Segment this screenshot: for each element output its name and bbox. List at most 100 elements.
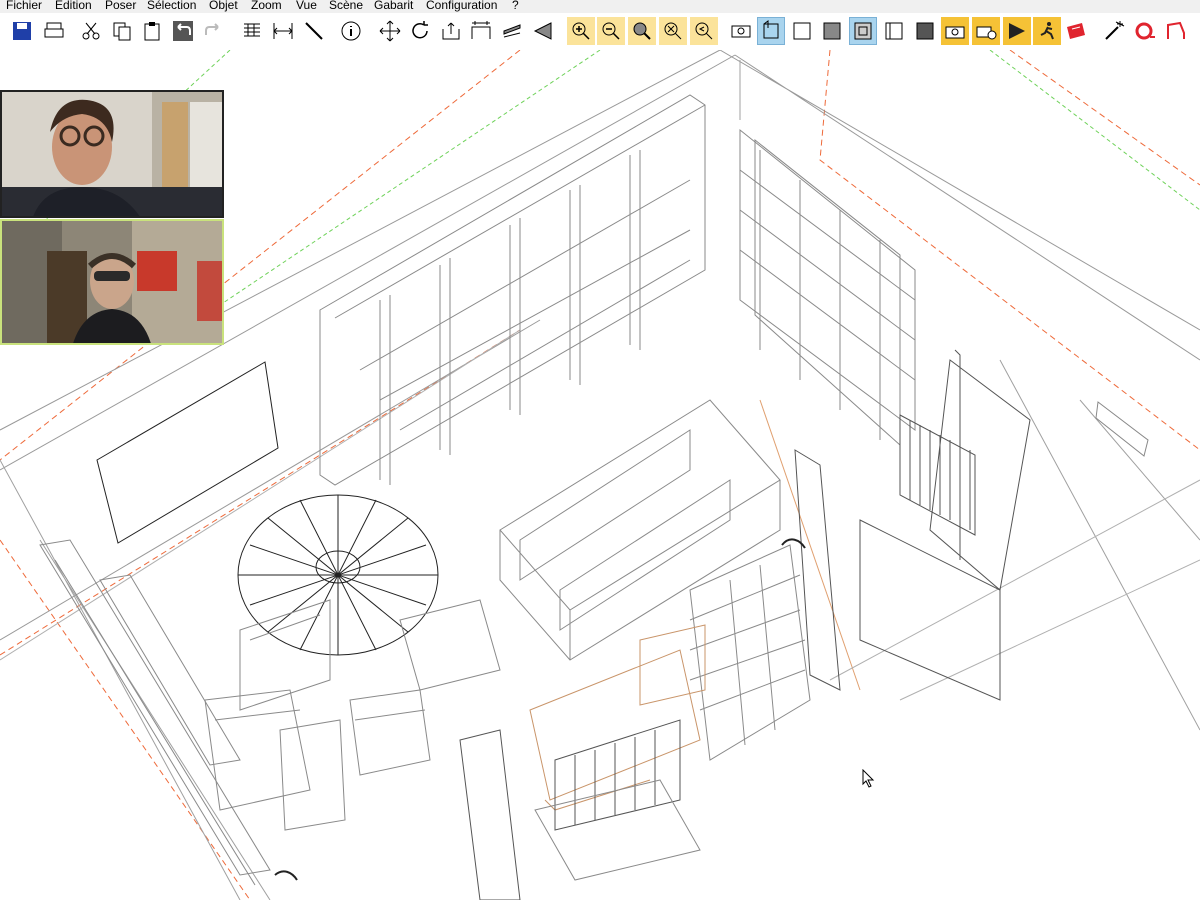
camera-button[interactable] [941, 17, 969, 45]
materials-icon [1067, 23, 1085, 39]
print-icon [44, 22, 64, 38]
cut-button[interactable] [77, 17, 105, 45]
dining-chairs [204, 599, 501, 831]
menu-item-vue[interactable]: Vue [296, 0, 317, 11]
radiator [899, 414, 976, 536]
mouse-cursor-icon [862, 769, 875, 788]
align-button[interactable] [498, 17, 526, 45]
view-shaded-icon [916, 22, 934, 40]
construction-line [819, 50, 1200, 451]
save-button[interactable] [8, 17, 36, 45]
view-3d-icon [763, 20, 779, 39]
menu-item-edition[interactable]: Edition [55, 0, 92, 11]
construction-line [759, 399, 861, 691]
mirror-icon [533, 22, 552, 40]
solid-button[interactable] [818, 17, 846, 45]
export-button[interactable] [437, 17, 465, 45]
video-participant-2 [0, 219, 224, 345]
view-3d-button[interactable] [757, 17, 785, 45]
menu-item-slection[interactable]: Sélection [147, 0, 196, 11]
zoom-previous-button[interactable] [690, 17, 718, 45]
menu-item-configuration[interactable]: Configuration [426, 0, 497, 11]
redo-button[interactable] [199, 17, 227, 45]
view-side-button[interactable] [880, 17, 908, 45]
save-icon [13, 22, 31, 40]
camera-icon [945, 26, 965, 39]
construction-line [0, 329, 521, 656]
record-button[interactable] [1131, 17, 1159, 45]
zoom-out-icon [602, 22, 620, 40]
construction-line [1009, 50, 1200, 186]
solid-icon [823, 22, 841, 40]
wall-vent [1095, 401, 1149, 457]
video-participant-1 [0, 90, 224, 218]
zoom-out-button[interactable] [597, 17, 625, 45]
view-front-button[interactable] [849, 17, 877, 45]
zoom-all-icon [664, 22, 682, 40]
dimension-button[interactable] [269, 17, 297, 45]
rotate-button[interactable] [406, 17, 434, 45]
zoom-in-button[interactable] [567, 17, 595, 45]
paste-button[interactable] [138, 17, 166, 45]
move-button[interactable] [376, 17, 404, 45]
layer-stack-icon [244, 23, 260, 37]
construction-line [0, 539, 251, 900]
door-handle-hook [274, 870, 298, 881]
zoom-previous-icon [695, 22, 713, 40]
render-icon [1009, 23, 1025, 39]
menu-item-?[interactable]: ? [512, 0, 519, 11]
materials-button[interactable] [1062, 17, 1090, 45]
undo-icon [173, 21, 193, 41]
walk-button[interactable] [1033, 17, 1061, 45]
zoom-window-icon [633, 22, 651, 40]
menu-item-zoom[interactable]: Zoom [251, 0, 282, 11]
cut-icon [82, 22, 100, 40]
magic-wand-button[interactable] [1100, 17, 1128, 45]
toolbar [0, 14, 1200, 50]
stretch-button[interactable] [467, 17, 495, 45]
menu-bar: Fichier Edition Poser Sélection Objet Zoom Vue… [0, 0, 1200, 13]
menu-item-gabarit[interactable]: Gabarit [374, 0, 413, 11]
view-camera-button[interactable] [727, 17, 755, 45]
print-button[interactable] [40, 17, 68, 45]
menu-item-objet[interactable]: Objet [209, 0, 238, 11]
line-tool-button[interactable] [300, 17, 328, 45]
render-button[interactable] [1003, 17, 1031, 45]
menu-item-scne[interactable]: Scène [329, 0, 363, 11]
menu-item-poser[interactable]: Poser [105, 0, 136, 11]
copy-button[interactable] [108, 17, 136, 45]
view-front-icon [854, 22, 872, 40]
rear-cabinets [319, 94, 706, 486]
copy-icon [113, 22, 131, 41]
layer-stack-button[interactable] [238, 17, 266, 45]
wireframe-button[interactable] [788, 17, 816, 45]
camera-add-icon [976, 26, 997, 40]
export-icon [442, 22, 460, 40]
zoom-in-icon [572, 22, 590, 40]
rotate-icon [412, 21, 428, 39]
info-icon [341, 21, 361, 41]
counter-base [534, 779, 701, 881]
align-icon [503, 24, 521, 38]
move-icon [379, 20, 401, 42]
paste-icon [144, 22, 160, 41]
view-shaded-button[interactable] [911, 17, 939, 45]
redo-icon [205, 23, 219, 35]
construction-line [219, 50, 601, 306]
info-button[interactable] [337, 17, 365, 45]
path-tool-icon [1167, 21, 1185, 39]
zoom-all-button[interactable] [659, 17, 687, 45]
zoom-window-button[interactable] [628, 17, 656, 45]
magic-wand-icon [1105, 21, 1125, 40]
path-tool-button[interactable] [1162, 17, 1190, 45]
view-camera-icon [731, 25, 751, 38]
mirror-button[interactable] [529, 17, 557, 45]
shelving-unit [689, 544, 811, 761]
selected-cabinet [529, 624, 706, 811]
camera-add-button[interactable] [972, 17, 1000, 45]
undo-button[interactable] [169, 17, 197, 45]
dimension-icon [273, 23, 293, 39]
record-icon [1135, 22, 1155, 40]
door-frame [794, 349, 1031, 701]
menu-item-fichier[interactable]: Fichier [6, 0, 42, 11]
